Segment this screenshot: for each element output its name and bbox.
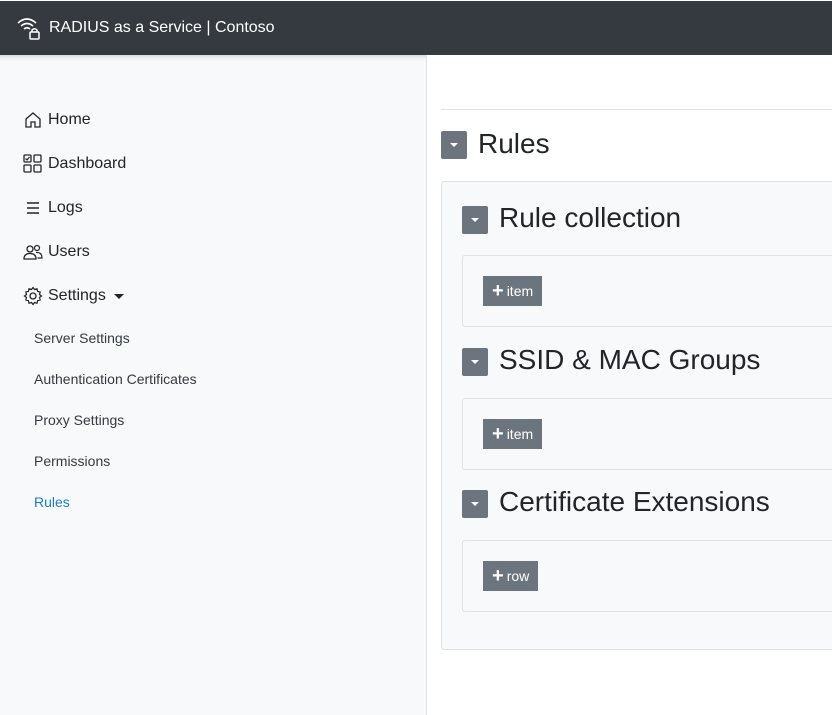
add-button-label: item — [506, 283, 534, 299]
wifi-lock-icon — [16, 15, 42, 41]
dashboard-icon — [23, 154, 43, 174]
add-button-label: item — [506, 426, 534, 442]
plus-icon: + — [492, 423, 504, 445]
sidebar-item-settings[interactable]: Settings — [23, 286, 124, 306]
certificate-extensions-card: + row — [462, 540, 832, 612]
rule-collection-collapse-button[interactable] — [462, 206, 488, 234]
sidebar-item-logs[interactable]: Logs — [23, 198, 83, 218]
plus-icon: + — [492, 280, 504, 302]
caret-down-icon — [471, 502, 479, 506]
sidebar-subitem-authentication-certificates[interactable]: Authentication Certificates — [34, 371, 197, 387]
users-icon — [23, 242, 43, 262]
sidebar-subitem-rules[interactable]: Rules — [34, 494, 70, 510]
rule-collection-card: + item — [462, 255, 832, 327]
rules-collapse-button[interactable] — [441, 131, 467, 159]
home-icon — [23, 110, 43, 130]
sidebar: Home Dashboard Logs Users Settings Serve… — [0, 55, 427, 715]
add-item-button[interactable]: + item — [483, 276, 543, 306]
sidebar-item-label: Home — [48, 111, 91, 128]
sidebar-subitem-server-settings[interactable]: Server Settings — [34, 330, 130, 346]
sidebar-item-label: Users — [48, 243, 90, 260]
add-button-label: row — [506, 568, 530, 584]
sidebar-item-label: Dashboard — [48, 155, 127, 172]
sidebar-item-label: Logs — [48, 199, 83, 216]
list-icon — [23, 198, 43, 218]
plus-icon: + — [492, 565, 504, 587]
sidebar-item-dashboard[interactable]: Dashboard — [23, 154, 126, 174]
ssid-mac-groups-collapse-button[interactable] — [462, 348, 488, 376]
caret-down-icon — [450, 143, 458, 147]
rules-card: Rule collection + item SSID & MAC Groups… — [441, 181, 832, 650]
sidebar-subitem-permissions[interactable]: Permissions — [34, 453, 110, 469]
sidebar-item-home[interactable]: Home — [23, 110, 91, 130]
sidebar-subitem-proxy-settings[interactable]: Proxy Settings — [34, 412, 124, 428]
sidebar-item-users[interactable]: Users — [23, 242, 90, 262]
section-title-ssid-mac-groups: SSID & MAC Groups — [499, 344, 761, 375]
sidebar-item-label: Settings — [48, 287, 106, 304]
caret-down-icon — [471, 360, 479, 364]
main-content: Rules Rule collection + item SSID & MAC … — [428, 55, 832, 715]
gear-icon — [23, 286, 43, 306]
add-item-button[interactable]: + item — [483, 419, 543, 449]
caret-down-icon — [113, 293, 124, 299]
add-row-button[interactable]: + row — [483, 561, 539, 591]
certificate-extensions-collapse-button[interactable] — [462, 490, 488, 518]
ssid-mac-groups-card: + item — [462, 398, 832, 470]
section-title-rule-collection: Rule collection — [499, 202, 682, 233]
top-navbar: RADIUS as a Service | Contoso — [0, 0, 832, 55]
caret-down-icon — [471, 218, 479, 222]
divider — [441, 109, 832, 110]
app-title[interactable]: RADIUS as a Service | Contoso — [49, 19, 275, 37]
page-title: Rules — [478, 128, 550, 159]
section-title-certificate-extensions: Certificate Extensions — [499, 486, 770, 517]
